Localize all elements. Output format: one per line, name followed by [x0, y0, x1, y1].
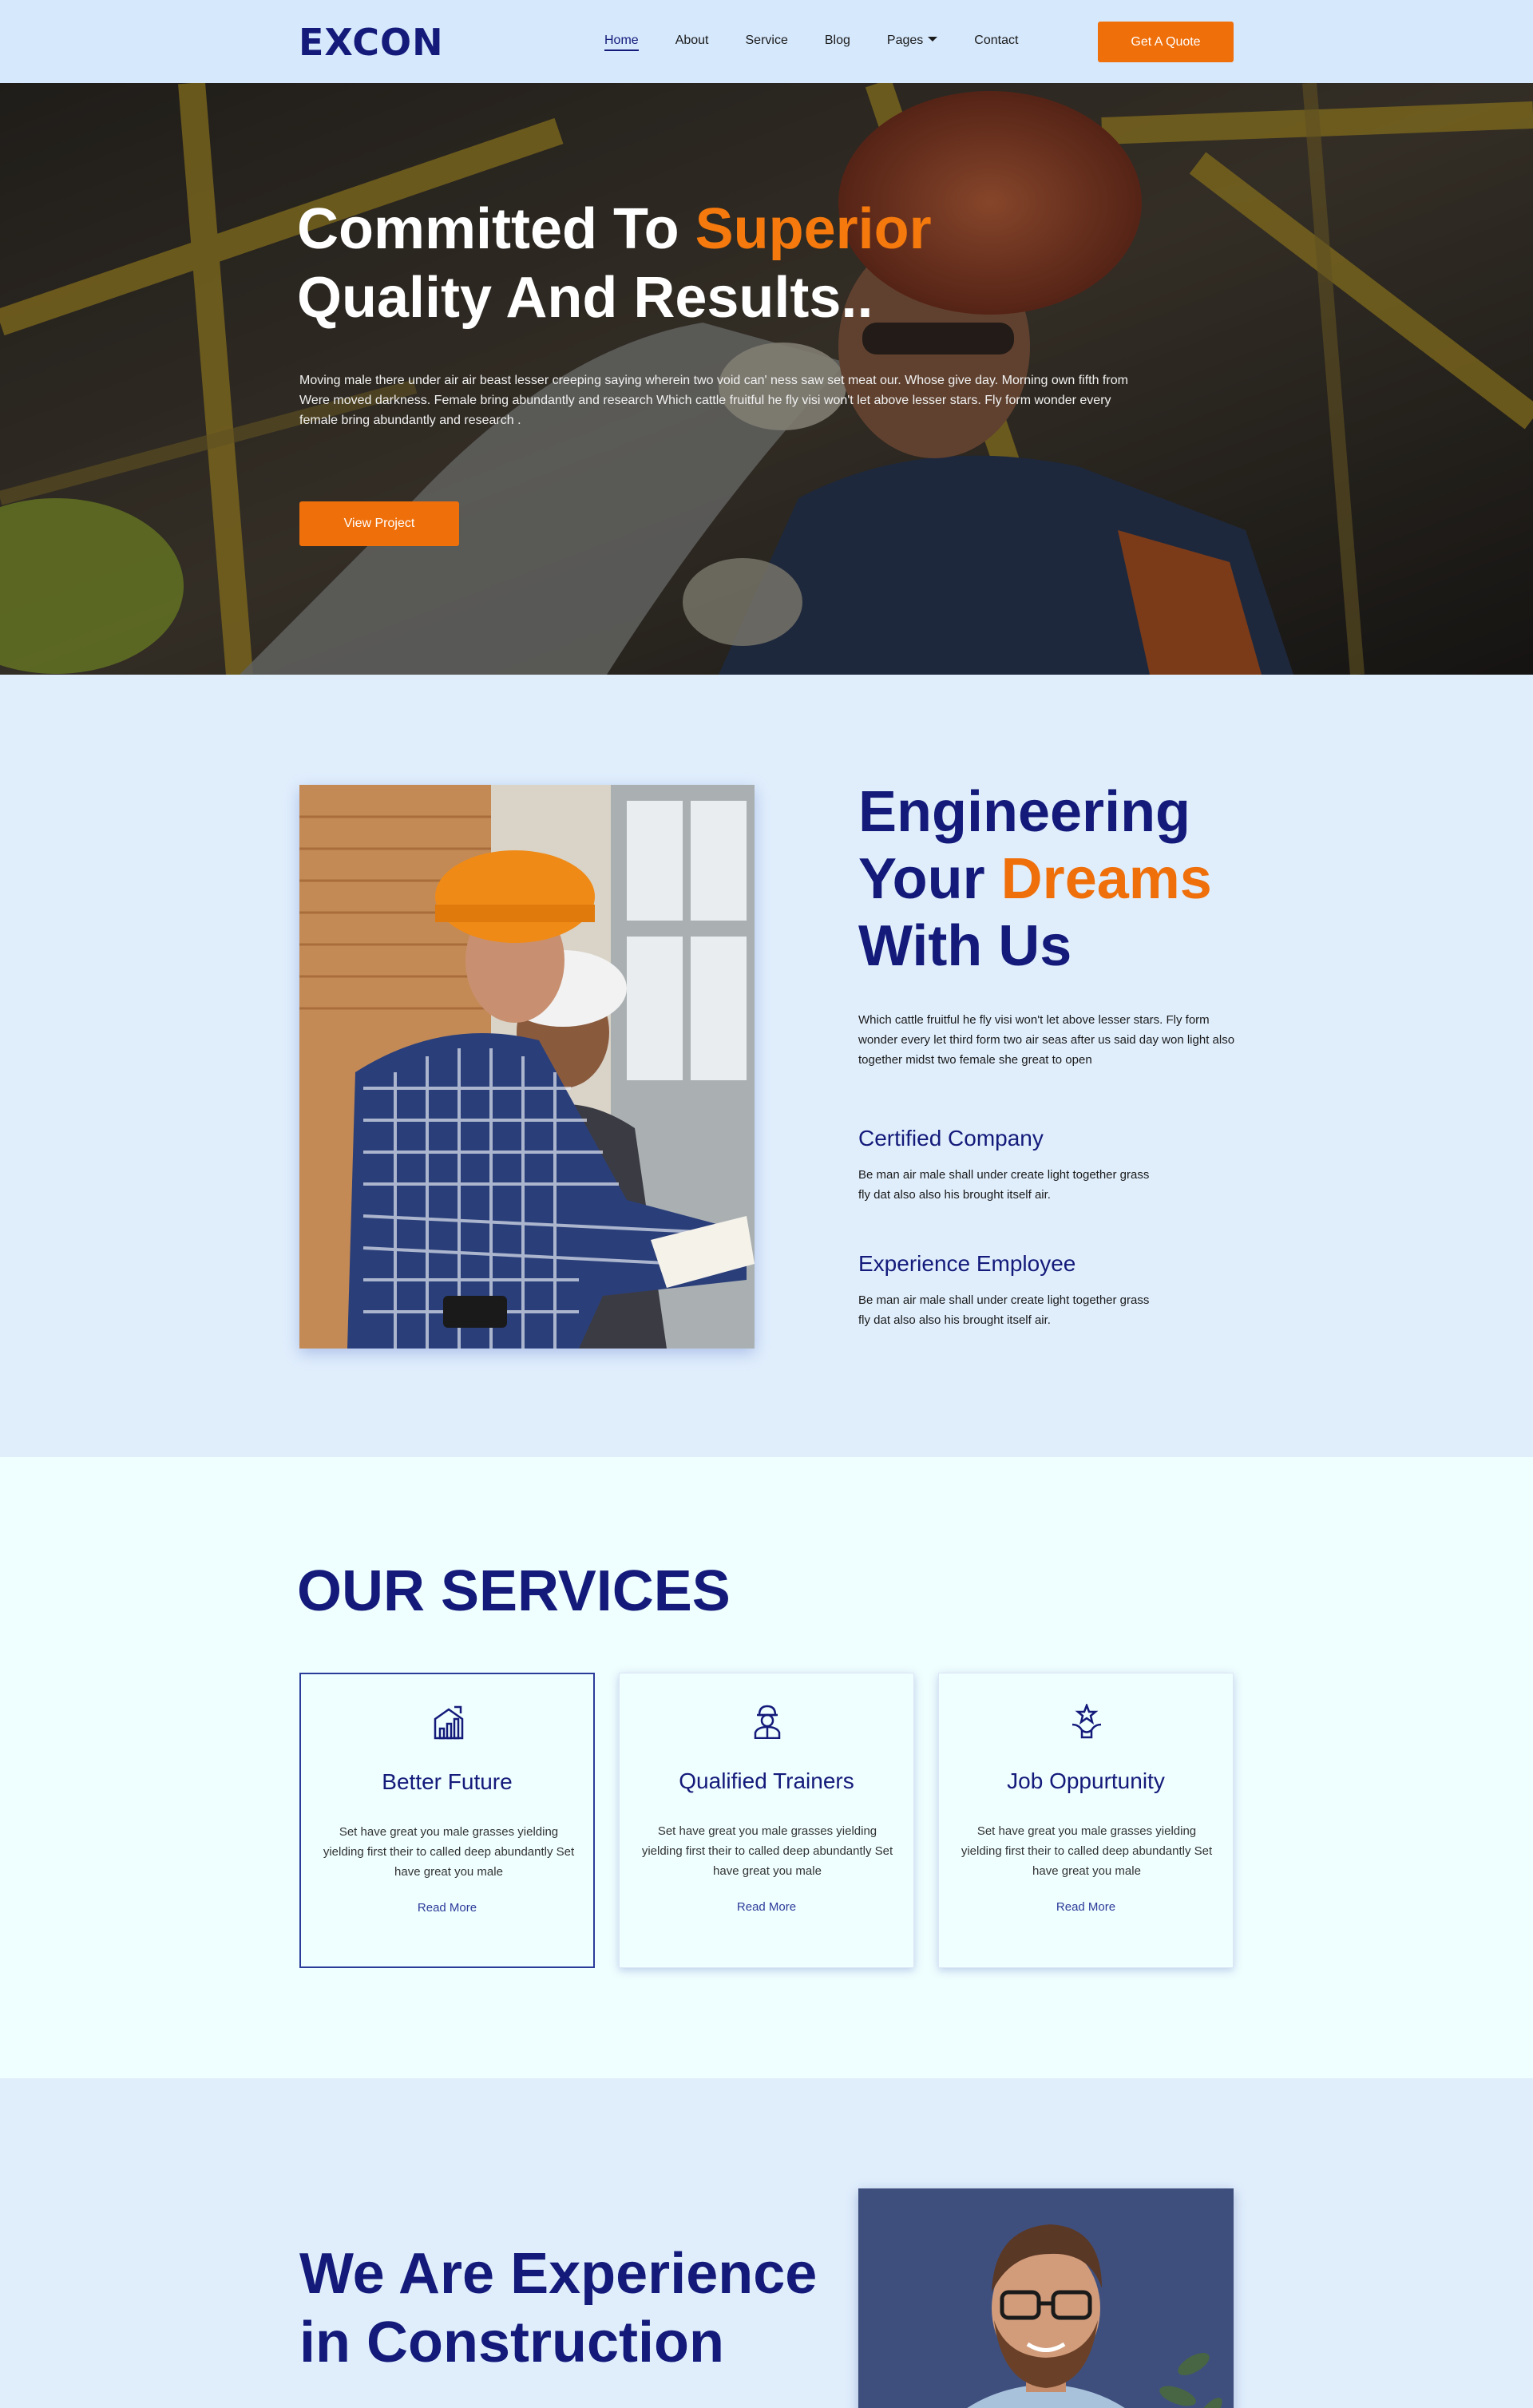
hero-section: Committed To Superior Quality And Result…	[0, 83, 1533, 675]
service-card-title: Better Future	[382, 1769, 513, 1794]
about-intro: Which cattle fruitful he fly visi won't …	[858, 1013, 1235, 1067]
services-heading: OUR SERVICES	[297, 1559, 731, 1623]
experience-title-line1: We Are Experience	[299, 2242, 818, 2306]
read-more-link[interactable]: Read More	[301, 1901, 593, 1915]
feature-text-experience: Be man air male shall under create light…	[858, 1293, 1150, 1327]
about-title-highlight: Dreams	[1000, 847, 1212, 911]
hero-title-part1: Committed To	[297, 197, 695, 261]
nav-contact[interactable]: Contact	[974, 32, 1018, 51]
read-more-link[interactable]: Read More	[939, 1900, 1233, 1914]
service-card-text: Set have great you male grasses yielding…	[641, 1824, 893, 1878]
service-card-better-future[interactable]: Better Future Set have great you male gr…	[299, 1673, 595, 1968]
service-card-title: Job Oppurtunity	[1007, 1768, 1165, 1793]
about-title-line2: Your	[858, 847, 1001, 911]
chevron-down-icon	[928, 37, 938, 42]
experience-title-line2: in Construction	[299, 2311, 724, 2374]
engineers-photo	[299, 785, 755, 1349]
experience-section: We Are Experience in Construction	[0, 2078, 1533, 2408]
view-project-button[interactable]: View Project	[299, 501, 459, 546]
service-card-qualified-trainers[interactable]: Qualified Trainers Set have great you ma…	[619, 1673, 914, 1968]
hero-description: Moving male there under air air beast le…	[299, 374, 1128, 427]
about-title-line1: Engineering	[858, 780, 1191, 844]
top-navbar: EXCON Home About Service Blog Pages Cont…	[0, 0, 1533, 83]
feature-text-certified: Be man air male shall under create light…	[858, 1168, 1150, 1202]
main-menu: Home About Service Blog Pages Contact	[604, 32, 1055, 51]
service-card-title: Qualified Trainers	[679, 1768, 854, 1793]
worker-icon	[754, 1705, 781, 1739]
nav-pages[interactable]: Pages	[886, 32, 938, 51]
get-quote-button[interactable]: Get A Quote	[1098, 22, 1234, 62]
hero-title-highlight: Superior	[695, 197, 932, 261]
feature-title-certified: Certified Company	[858, 1126, 1044, 1151]
services-section: OUR SERVICES Better Future Set have grea…	[0, 1457, 1533, 2078]
read-more-link[interactable]: Read More	[620, 1900, 913, 1914]
experience-title: We Are Experience in Construction	[299, 2240, 817, 2377]
service-card-text: Set have great you male grasses yielding…	[961, 1824, 1213, 1878]
building-chart-icon	[434, 1705, 464, 1740]
hero-title: Committed To Superior Quality And Result…	[297, 195, 932, 332]
nav-about[interactable]: About	[675, 32, 709, 51]
nav-pages-label: Pages	[886, 34, 924, 47]
about-section: Engineering Your Dreams With Us Which ca…	[0, 675, 1533, 1457]
star-hand-icon	[1072, 1704, 1102, 1739]
site-logo[interactable]: EXCON	[299, 21, 444, 64]
hero-title-line2: Quality And Results..	[297, 266, 873, 330]
nav-home[interactable]: Home	[604, 32, 639, 51]
portrait-photo	[858, 2188, 1234, 2408]
nav-blog[interactable]: Blog	[825, 32, 850, 51]
service-card-text: Set have great you male grasses yielding…	[323, 1825, 575, 1879]
feature-title-experience: Experience Employee	[858, 1251, 1076, 1276]
about-title-line3: With Us	[858, 914, 1072, 978]
service-card-job-opportunity[interactable]: Job Oppurtunity Set have great you male …	[938, 1673, 1234, 1968]
nav-service[interactable]: Service	[746, 32, 788, 51]
about-title: Engineering Your Dreams With Us	[858, 778, 1212, 980]
